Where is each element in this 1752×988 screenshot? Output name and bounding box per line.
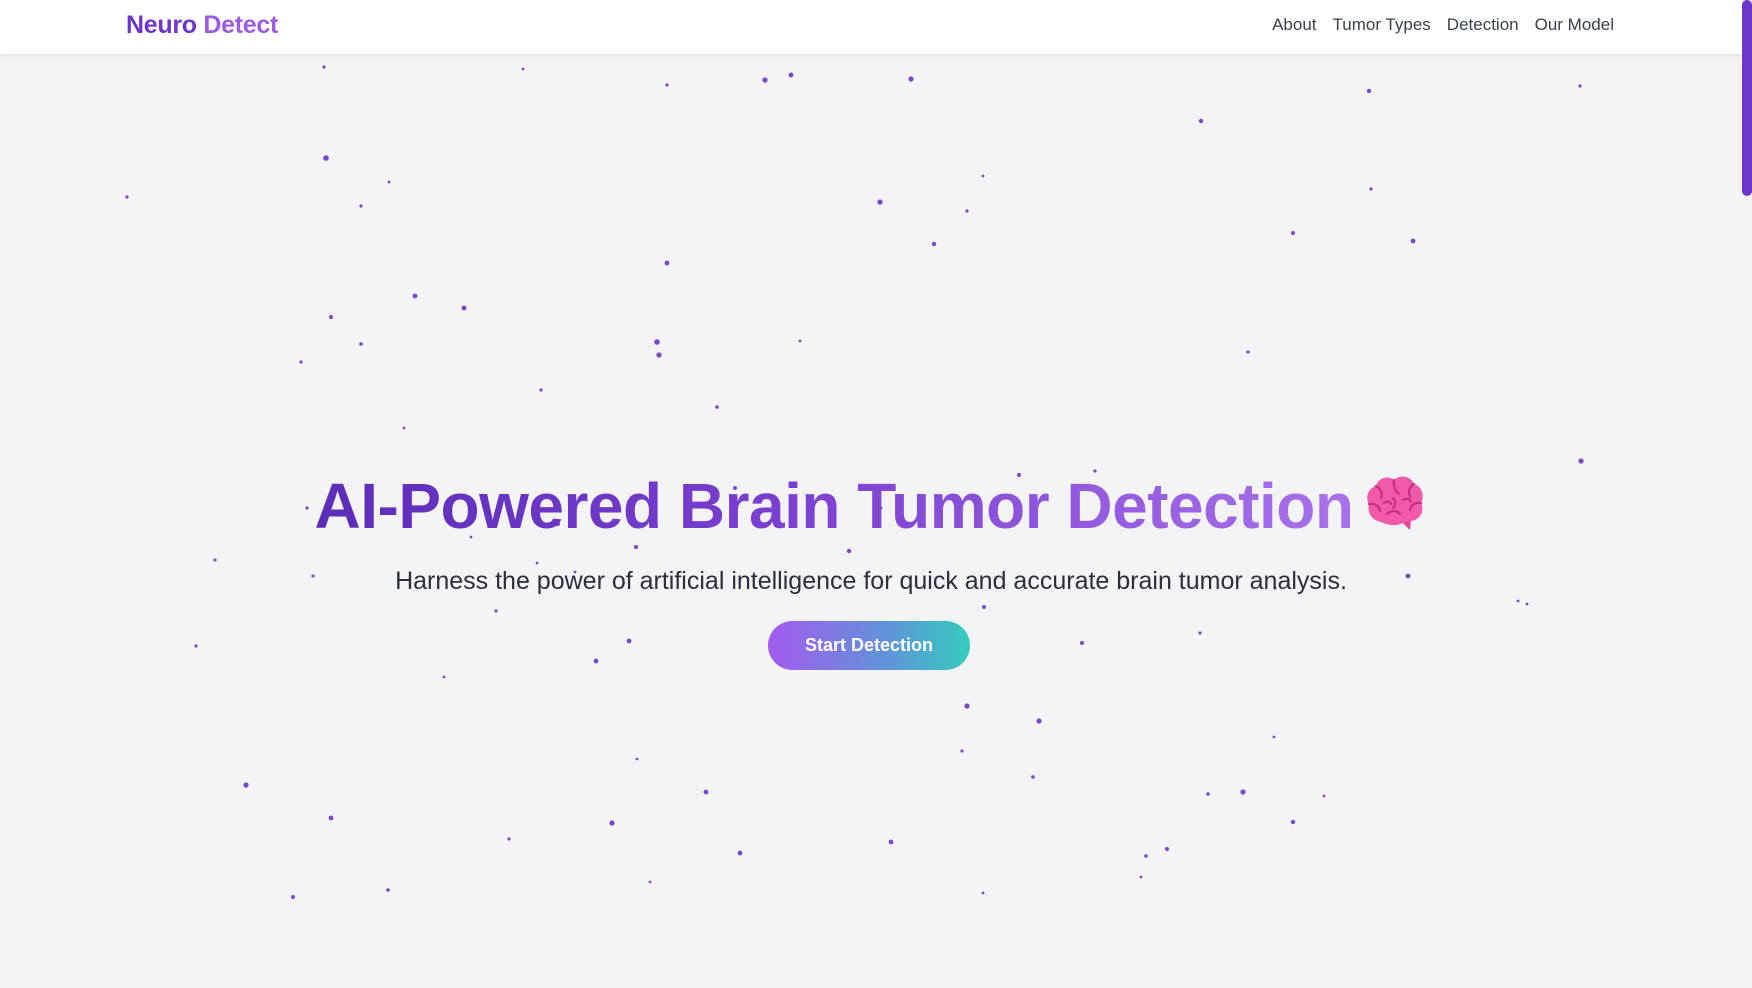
hero-subtitle: Harness the power of artificial intellig… bbox=[395, 567, 1347, 595]
start-detection-button[interactable]: Start Detection bbox=[768, 621, 970, 670]
nav-about[interactable]: About bbox=[1272, 15, 1316, 35]
brand-logo[interactable]: Neuro Detect bbox=[126, 11, 278, 40]
nav-our-model[interactable]: Our Model bbox=[1535, 15, 1614, 35]
scrollbar[interactable] bbox=[1742, 0, 1752, 988]
brain-icon bbox=[1367, 476, 1424, 530]
brand-first: Neuro bbox=[126, 11, 197, 39]
page: Neuro Detect About Tumor Types Detection… bbox=[0, 0, 1752, 988]
nav-tumor-types[interactable]: Tumor Types bbox=[1333, 15, 1431, 35]
nav-detection[interactable]: Detection bbox=[1447, 15, 1519, 35]
nav-links: About Tumor Types Detection Our Model bbox=[1272, 15, 1614, 35]
hero-title-text: AI-Powered Brain Tumor Detection bbox=[314, 470, 1354, 542]
scrollbar-thumb[interactable] bbox=[1742, 0, 1752, 196]
hero-section: AI-Powered Brain Tumor Detection Harness… bbox=[0, 0, 1742, 988]
navbar: Neuro Detect About Tumor Types Detection… bbox=[0, 0, 1742, 54]
brand-second: Detect bbox=[203, 11, 279, 39]
hero-title: AI-Powered Brain Tumor Detection bbox=[0, 466, 1742, 546]
